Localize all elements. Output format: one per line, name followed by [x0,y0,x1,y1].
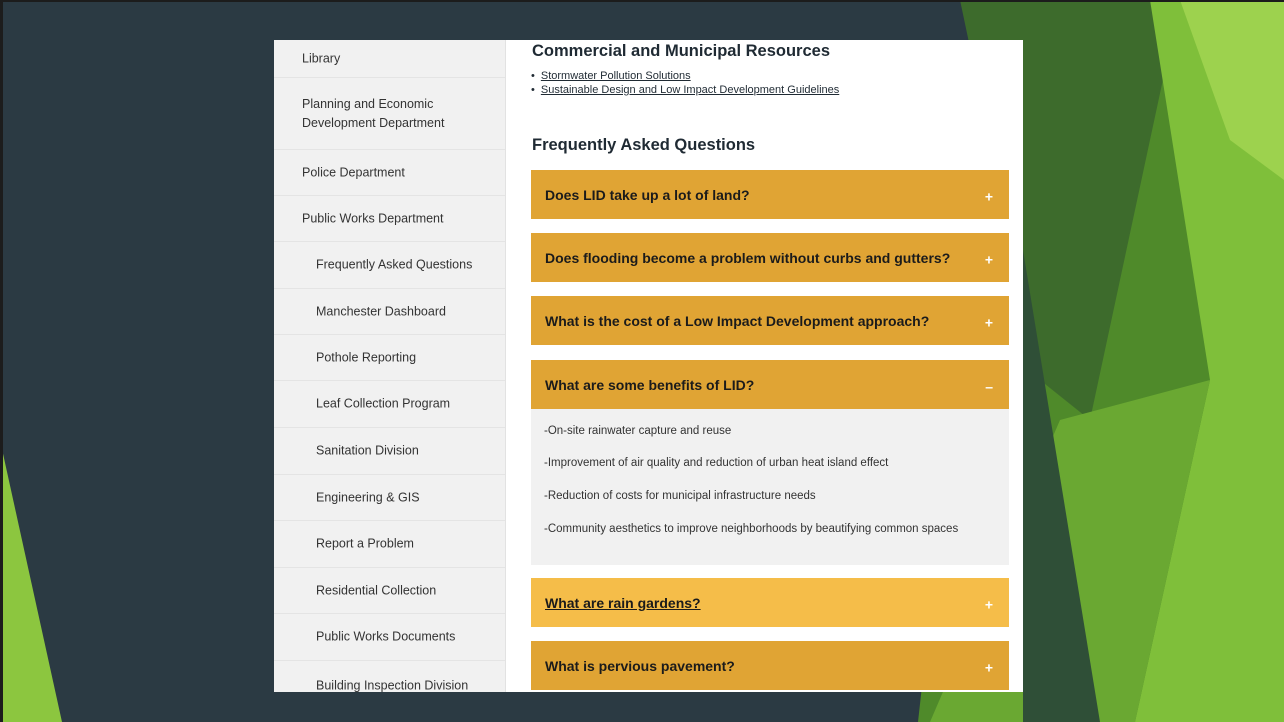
faq-question: Does LID take up a lot of land? [545,186,750,203]
frame-top-border [0,0,1284,2]
faq-question: What are some benefits of LID? [545,376,755,393]
sidebar-item-residential-collection[interactable]: Residential Collection [274,568,505,614]
sidebar-item-manchester-dashboard[interactable]: Manchester Dashboard [274,289,505,335]
faq-answer-panel: -On-site rainwater capture and reuse -Im… [531,409,1009,565]
main-content: Commercial and Municipal Resources Storm… [505,40,1023,692]
sidebar-item-engineering-gis[interactable]: Engineering & GIS [274,475,505,521]
sidebar-item-public-works[interactable]: Public Works Department [274,196,505,242]
faq-heading: Frequently Asked Questions [532,136,756,154]
expand-icon: + [984,659,993,676]
sidebar-item-building-inspection[interactable]: Building Inspection Division [274,661,505,692]
faq-accordion-rain-gardens[interactable]: What are rain gardens? + [531,578,1009,627]
expand-icon: + [984,314,993,331]
expand-icon: + [984,596,993,613]
answer-line: -Community aesthetics to improve neighbo… [544,523,959,535]
sidebar-item-pothole-reporting[interactable]: Pothole Reporting [274,335,505,381]
faq-accordion-flooding[interactable]: Does flooding become a problem without c… [531,233,1009,282]
list-item: Sustainable Design and Low Impact Develo… [531,83,839,97]
faq-accordion-cost[interactable]: What is the cost of a Low Impact Develop… [531,296,1009,345]
collapse-icon: – [985,378,993,395]
faq-question: What is the cost of a Low Impact Develop… [545,312,930,329]
faq-accordion-land[interactable]: Does LID take up a lot of land? + [531,170,1009,219]
sidebar-item-sanitation[interactable]: Sanitation Division [274,428,505,475]
list-item: Stormwater Pollution Solutions [531,69,839,83]
faq-question: What is pervious pavement? [545,657,735,674]
sidebar-item-library[interactable]: Library [274,40,505,78]
sidebar-nav: Library Planning and Economic Developmen… [274,40,506,692]
answer-line: -Improvement of air quality and reductio… [544,457,889,469]
stormwater-link[interactable]: Stormwater Pollution Solutions [541,70,691,82]
faq-accordion-pervious-pavement[interactable]: What is pervious pavement? + [531,641,1009,690]
expand-icon: + [984,251,993,268]
sidebar-item-faq[interactable]: Frequently Asked Questions [274,242,505,289]
answer-line: -Reduction of costs for municipal infras… [544,490,816,502]
sidebar-item-planning[interactable]: Planning and Economic Development Depart… [274,78,505,150]
answer-line: -On-site rainwater capture and reuse [544,425,732,437]
faq-accordion-benefits[interactable]: What are some benefits of LID? – [531,360,1009,409]
resource-list: Stormwater Pollution Solutions Sustainab… [531,69,839,97]
sidebar-item-police[interactable]: Police Department [274,150,505,196]
lid-guidelines-link[interactable]: Sustainable Design and Low Impact Develo… [541,84,839,96]
faq-question: What are rain gardens? [545,594,701,611]
sidebar-item-leaf-collection[interactable]: Leaf Collection Program [274,381,505,428]
expand-icon: + [984,188,993,205]
sidebar-item-public-works-documents[interactable]: Public Works Documents [274,614,505,661]
faq-question: Does flooding become a problem without c… [545,249,951,266]
sidebar-item-report-problem[interactable]: Report a Problem [274,521,505,568]
frame-left-border [0,0,3,722]
web-page: Library Planning and Economic Developmen… [274,40,1023,692]
resources-heading: Commercial and Municipal Resources [532,42,831,60]
